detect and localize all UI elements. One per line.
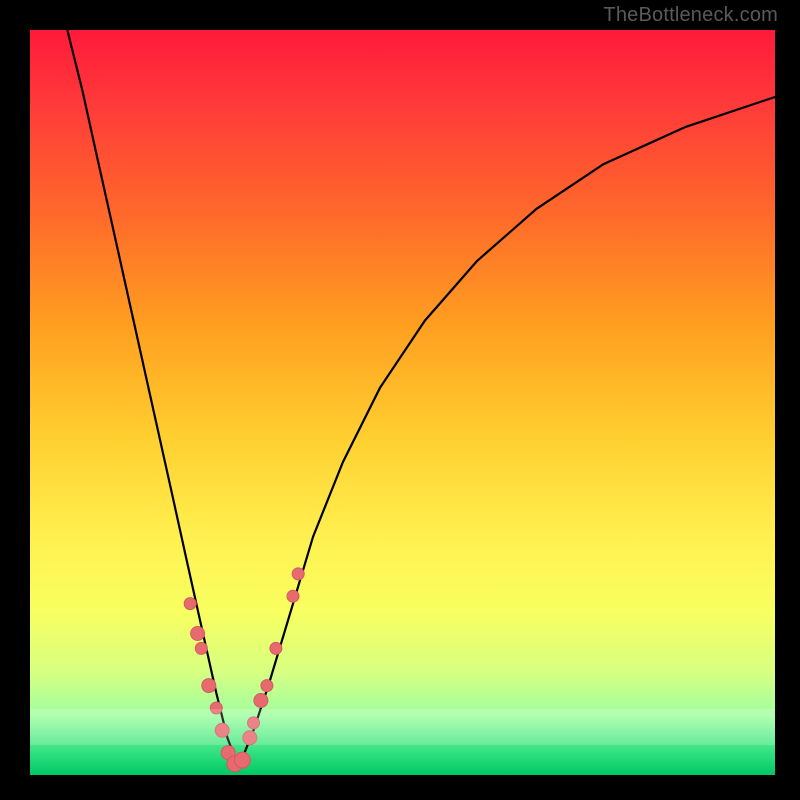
sample-point: [292, 568, 304, 580]
sample-point: [215, 723, 229, 737]
plot-area: [30, 30, 775, 775]
sample-point: [195, 642, 207, 654]
sample-point: [243, 731, 257, 745]
data-points: [184, 568, 304, 772]
sample-point: [270, 642, 282, 654]
sample-point: [202, 679, 216, 693]
curve-left-branch: [67, 30, 238, 768]
sample-point: [191, 627, 205, 641]
sample-point: [234, 752, 250, 768]
sample-point: [248, 717, 260, 729]
sample-point: [254, 694, 268, 708]
curve-right-branch: [239, 97, 775, 768]
sample-point: [210, 702, 222, 714]
bottleneck-curves: [67, 30, 775, 768]
watermark-text: TheBottleneck.com: [603, 4, 778, 27]
sample-point: [261, 680, 273, 692]
black-frame: TheBottleneck.com: [0, 0, 800, 800]
sample-point: [184, 598, 196, 610]
chart-svg: [30, 30, 775, 775]
sample-point: [287, 590, 299, 602]
